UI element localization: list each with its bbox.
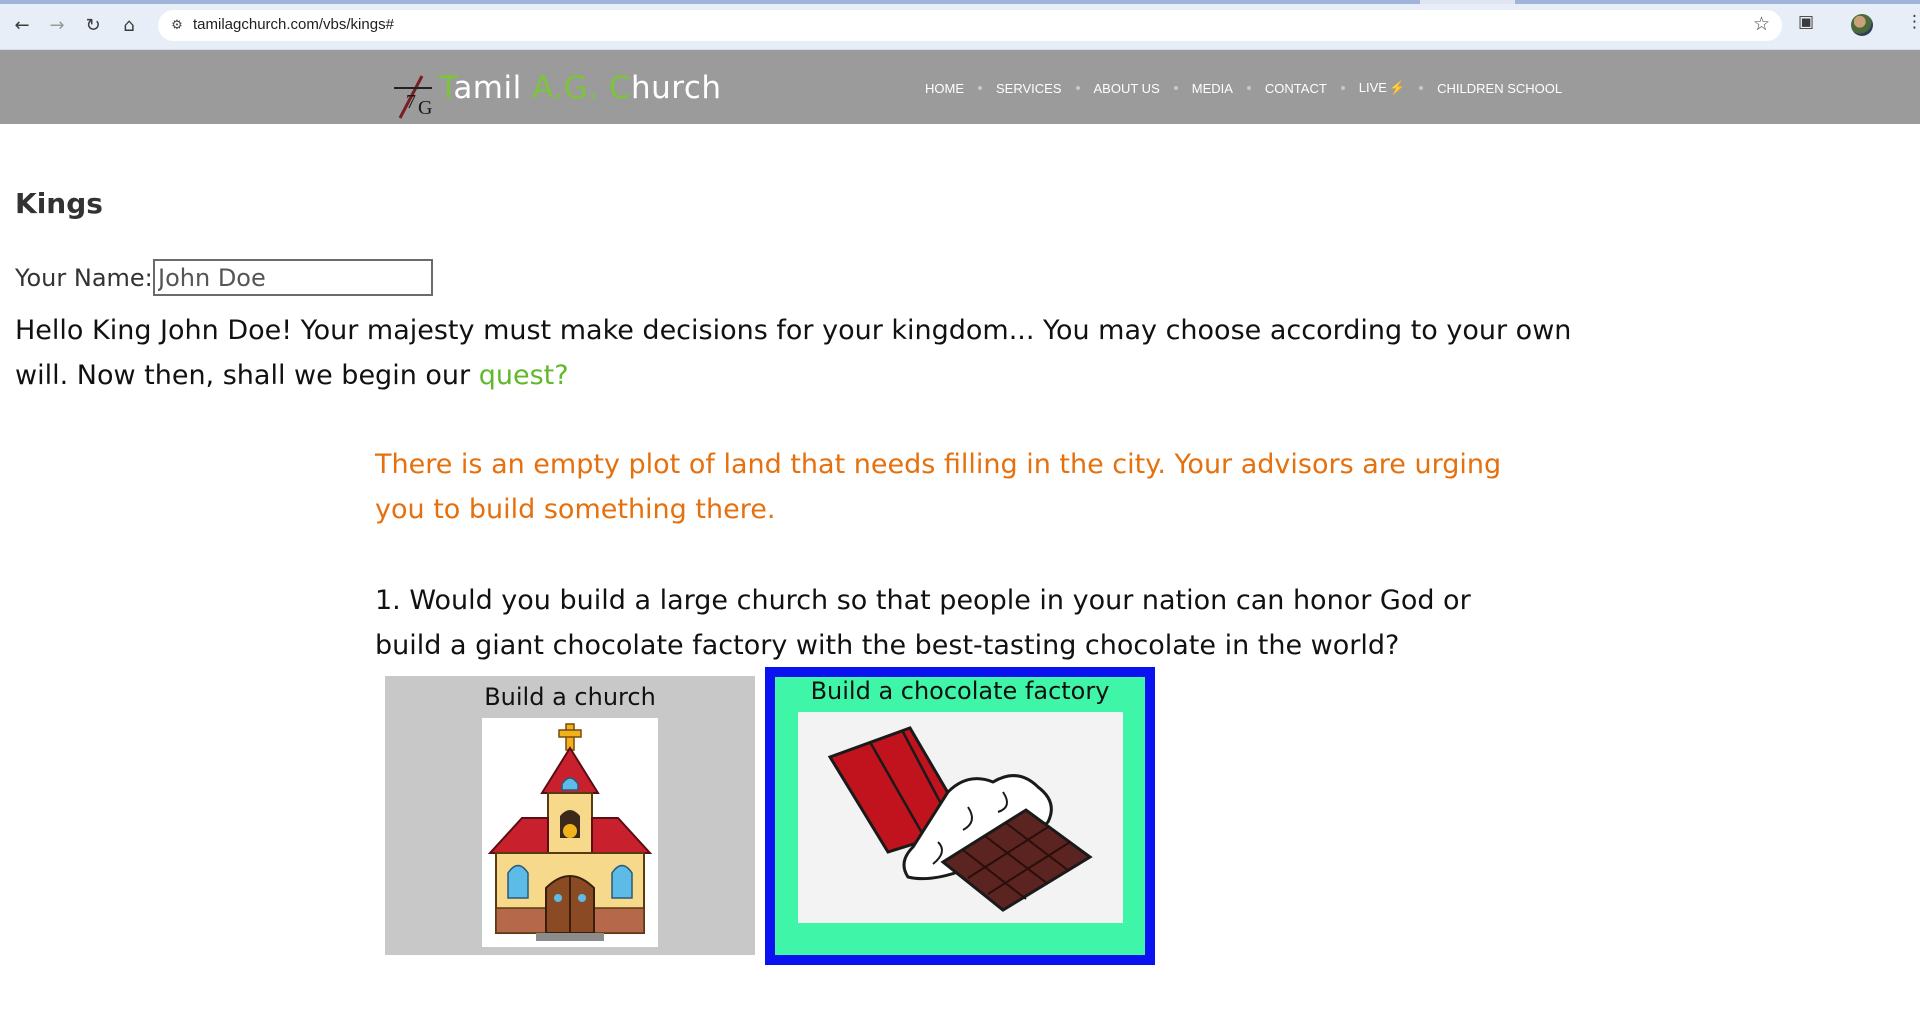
address-bar[interactable]: ⚙ tamilagchurch.com/vbs/kings# ☆: [158, 10, 1782, 41]
site-info-icon[interactable]: ⚙: [168, 16, 186, 34]
forward-icon[interactable]: →: [46, 14, 68, 36]
logo-word-ag: A.G.: [532, 70, 609, 106]
name-field-label: Your Name:: [15, 264, 153, 292]
tab-strip: [0, 0, 1920, 4]
scenario-text: There is an empty plot of land that need…: [375, 449, 1502, 525]
greeting-main: Hello King John Doe! Your majesty must m…: [15, 315, 1572, 391]
greeting-text: Hello King John Doe! Your majesty must m…: [15, 308, 1575, 398]
logo-word-amil: amil: [453, 70, 533, 106]
site-logo-text[interactable]: Tamil A.G. Church: [439, 70, 722, 106]
svg-text:7: 7: [406, 91, 416, 113]
url-text[interactable]: tamilagchurch.com/vbs/kings#: [193, 16, 394, 33]
nav-about-us[interactable]: ABOUT US: [1094, 81, 1160, 96]
nav-children-school[interactable]: CHILDREN SCHOOL: [1437, 81, 1562, 96]
nav-separator: [1340, 86, 1345, 90]
nav-contact[interactable]: CONTACT: [1265, 81, 1327, 96]
nav-live-label: LIVE: [1358, 80, 1387, 95]
logo-letter-c: C: [608, 70, 631, 106]
chocolate-bar-illustration: [797, 712, 1123, 923]
nav-services[interactable]: SERVICES: [996, 81, 1062, 96]
church-illustration: [482, 718, 658, 947]
church-logo-icon[interactable]: 7 G: [392, 74, 440, 122]
avatar[interactable]: [1851, 14, 1873, 36]
question-text: 1. Would you build a large church so tha…: [375, 585, 1471, 661]
logo-word-hurch: hurch: [631, 70, 722, 106]
svg-text:G: G: [418, 97, 432, 119]
menu-kebab-icon[interactable]: ⋮: [1906, 12, 1920, 32]
extensions-icon[interactable]: ▣: [1798, 12, 1814, 32]
lightning-bolt-icon: ⚡: [1388, 80, 1406, 95]
other-tab[interactable]: [1515, 0, 1920, 4]
nav-separator: [978, 86, 982, 90]
logo-letter-t: T: [439, 70, 454, 106]
nav-separator: [1419, 86, 1424, 90]
quest-link[interactable]: quest?: [479, 360, 569, 391]
nav-media[interactable]: MEDIA: [1192, 81, 1233, 96]
page-title: Kings: [15, 187, 103, 220]
nav-live[interactable]: LIVE ⚡: [1359, 80, 1405, 96]
site-header: 7 G Tamil A.G. Church HOME SERVICES ABOU…: [0, 50, 1920, 124]
name-input[interactable]: [153, 259, 433, 296]
active-tab[interactable]: [0, 0, 1420, 4]
bookmark-star-icon[interactable]: ☆: [1753, 13, 1770, 35]
browser-toolbar: ← → ↻ ⌂ ⚙ tamilagchurch.com/vbs/kings# ☆…: [0, 0, 1920, 50]
nav-separator: [1075, 86, 1080, 90]
choice-build-chocolate-factory[interactable]: Build a chocolate factory: [765, 667, 1155, 965]
nav-separator: [1246, 86, 1251, 90]
choice-label: Build a church: [484, 683, 656, 711]
nav-home[interactable]: HOME: [925, 81, 964, 96]
choice-build-church[interactable]: Build a church: [385, 676, 755, 955]
main-nav: HOME SERVICES ABOUT US MEDIA CONTACT LIV…: [925, 80, 1562, 96]
back-icon[interactable]: ←: [11, 14, 33, 36]
reload-icon[interactable]: ↻: [82, 14, 104, 36]
choice-label: Build a chocolate factory: [810, 677, 1110, 705]
home-icon[interactable]: ⌂: [118, 14, 140, 36]
nav-separator: [1173, 86, 1178, 90]
